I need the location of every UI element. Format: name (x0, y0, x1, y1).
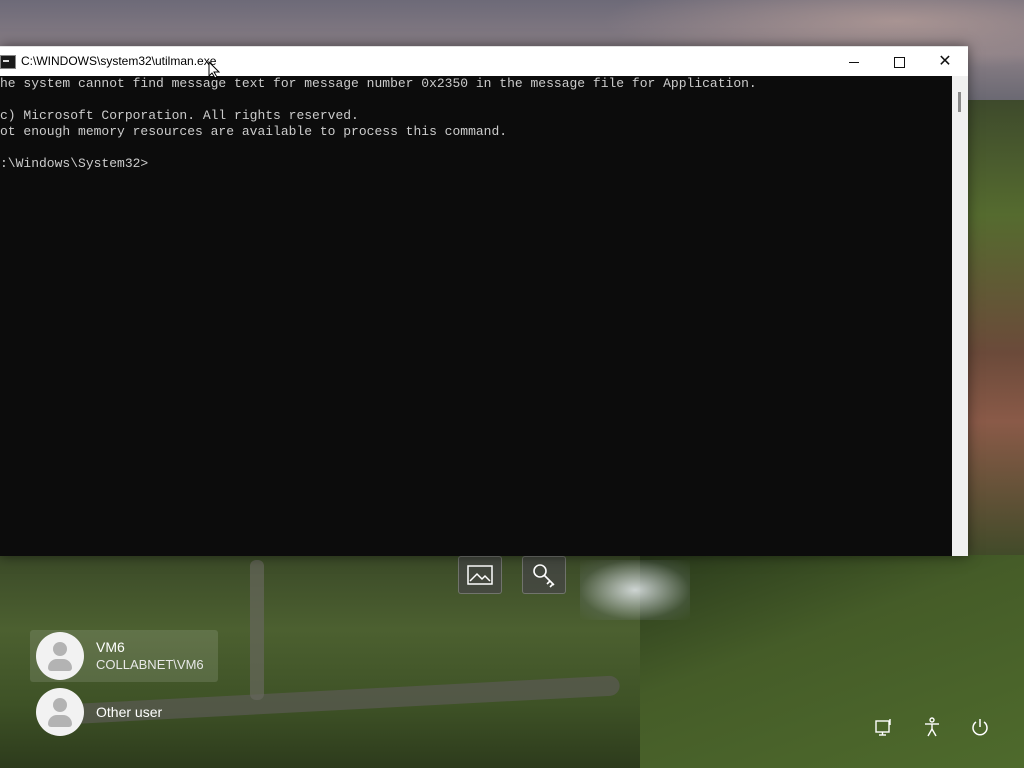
power-icon (972, 719, 988, 736)
console-line: he system cannot find message text for m… (0, 76, 757, 91)
window-titlebar[interactable]: C:\WINDOWS\system32\utilman.exe ✕ (0, 46, 968, 77)
user-account-vm6[interactable]: VM6 COLLABNET\VM6 (30, 630, 218, 682)
console-line: ot enough memory resources are available… (0, 124, 508, 139)
network-button[interactable] (871, 714, 897, 740)
user-name: VM6 (96, 639, 125, 655)
scrollbar-thumb[interactable] (958, 92, 961, 112)
maximize-icon (893, 56, 905, 68)
wallpaper-path-vertical (250, 560, 264, 700)
user-domain: COLLABNET\VM6 (96, 657, 204, 672)
console-prompt: :\Windows\System32> (0, 156, 149, 171)
avatar (36, 688, 84, 736)
password-sign-in-tile[interactable] (522, 556, 566, 594)
picture-password-tile[interactable] (458, 556, 502, 594)
wallpaper-cliff (960, 100, 1024, 560)
accessibility-button[interactable] (919, 714, 945, 740)
network-icon (875, 719, 891, 736)
mouse-cursor-icon (208, 61, 220, 79)
minimize-button[interactable] (831, 47, 877, 77)
maximize-button[interactable] (876, 47, 922, 77)
minimize-icon (849, 61, 859, 63)
avatar (36, 632, 84, 680)
console-line: c) Microsoft Corporation. All rights res… (0, 108, 359, 123)
key-icon (533, 564, 555, 588)
console-output[interactable]: he system cannot find message text for m… (0, 76, 952, 556)
user-name: Other user (96, 704, 163, 720)
window-title: C:\WINDOWS\system32\utilman.exe (21, 54, 217, 68)
power-button[interactable] (967, 714, 993, 740)
user-account-other[interactable]: Other user (30, 686, 218, 738)
command-prompt-window[interactable]: C:\WINDOWS\system32\utilman.exe ✕ he sys… (0, 46, 968, 556)
accessibility-icon (925, 717, 939, 737)
console-icon (0, 55, 16, 69)
close-button[interactable]: ✕ (922, 47, 968, 77)
wallpaper-waterfall (580, 560, 690, 620)
vertical-scrollbar[interactable] (952, 76, 968, 556)
image-icon (467, 565, 493, 585)
close-icon: ✕ (938, 53, 952, 70)
